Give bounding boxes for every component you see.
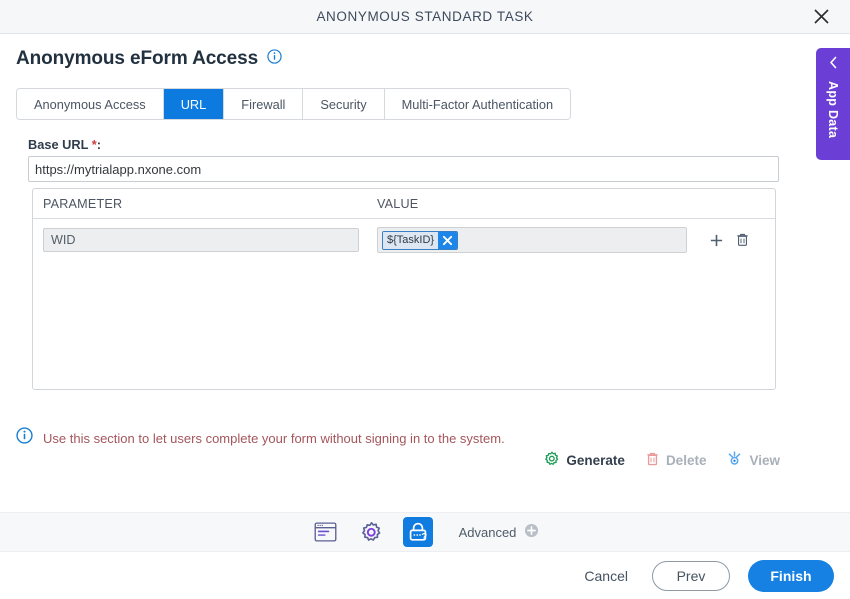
page-title: Anonymous eForm Access [16, 48, 259, 69]
info-note-text: Use this section to let users complete y… [43, 430, 505, 446]
tab-label: URL [180, 96, 207, 112]
dialog-footer: Cancel Prev Finish [0, 553, 850, 599]
form-icon[interactable] [311, 517, 341, 547]
tab-firewall[interactable]: Firewall [224, 89, 304, 119]
plus-circle-icon[interactable] [524, 523, 539, 541]
tab-label: Firewall [241, 96, 286, 112]
label-colon: : [96, 137, 102, 152]
close-icon[interactable] [438, 231, 458, 249]
parameter-name-value: WID [51, 233, 76, 247]
view-button[interactable]: View [726, 450, 780, 470]
plus-icon[interactable] [709, 233, 724, 248]
cancel-button[interactable]: Cancel [578, 564, 634, 588]
dialog-titlebar: ANONYMOUS STANDARD TASK [0, 0, 850, 34]
advanced-label: Advanced [458, 524, 517, 540]
tab-multi-factor-authentication[interactable]: Multi-Factor Authentication [384, 89, 571, 119]
view-icon [726, 450, 743, 470]
tab-security[interactable]: Security [303, 89, 385, 119]
table-row: WID ${TaskID} [33, 223, 775, 257]
parameter-value-input[interactable]: ${TaskID} [377, 227, 687, 253]
base-url-label-text: Base URL [28, 137, 89, 152]
gear-icon [544, 451, 560, 470]
page-header: Anonymous eForm Access [16, 48, 282, 70]
close-icon[interactable] [808, 4, 834, 30]
column-header-parameter: PARAMETER [43, 196, 123, 211]
trash-icon [645, 451, 660, 470]
info-icon[interactable] [267, 49, 282, 69]
trash-icon[interactable] [735, 232, 750, 248]
info-note: Use this section to let users complete y… [16, 427, 505, 449]
row-action-buttons [709, 232, 750, 248]
value-token[interactable]: ${TaskID} [382, 230, 459, 250]
generate-button[interactable]: Generate [544, 451, 625, 470]
settings-tabs: Anonymous Access URL Firewall Security M… [16, 88, 572, 120]
column-header-value: VALUE [377, 196, 419, 211]
generate-label: Generate [566, 452, 625, 468]
chevron-left-icon[interactable] [828, 56, 839, 74]
view-label: View [749, 452, 780, 468]
info-icon [16, 427, 33, 449]
app-data-label: App Data [826, 81, 840, 139]
anonymous-standard-task-dialog: ANONYMOUS STANDARD TASK Anonymous eForm … [0, 0, 850, 599]
app-data-side-tab[interactable]: App Data [816, 48, 850, 160]
value-token-label: ${TaskID} [383, 231, 439, 249]
lock-question-icon[interactable]: ? [402, 517, 433, 547]
dialog-title: ANONYMOUS STANDARD TASK [316, 9, 534, 24]
base-url-input[interactable] [28, 156, 779, 182]
delete-label: Delete [665, 452, 707, 468]
tab-label: Security [320, 96, 367, 112]
finish-button[interactable]: Finish [748, 560, 834, 592]
tab-label: Multi-Factor Authentication [401, 96, 554, 112]
svg-text:?: ? [421, 532, 427, 543]
url-action-bar: Generate Delete View [544, 450, 780, 470]
tab-label: Anonymous Access [34, 96, 146, 112]
base-url-label: Base URL *: [28, 137, 101, 152]
gear-icon[interactable] [357, 517, 387, 547]
parameters-table-header: PARAMETER VALUE [33, 189, 775, 219]
advanced-toggle[interactable]: Advanced [459, 523, 540, 541]
prev-button[interactable]: Prev [652, 561, 730, 591]
parameter-name-input[interactable]: WID [43, 228, 359, 252]
tab-url[interactable]: URL [163, 89, 225, 119]
parameters-panel: PARAMETER VALUE WID ${TaskID} [32, 188, 776, 390]
tab-anonymous-access[interactable]: Anonymous Access [17, 89, 164, 119]
delete-button[interactable]: Delete [645, 451, 707, 470]
bottom-toolbar: ? Advanced [0, 512, 850, 552]
